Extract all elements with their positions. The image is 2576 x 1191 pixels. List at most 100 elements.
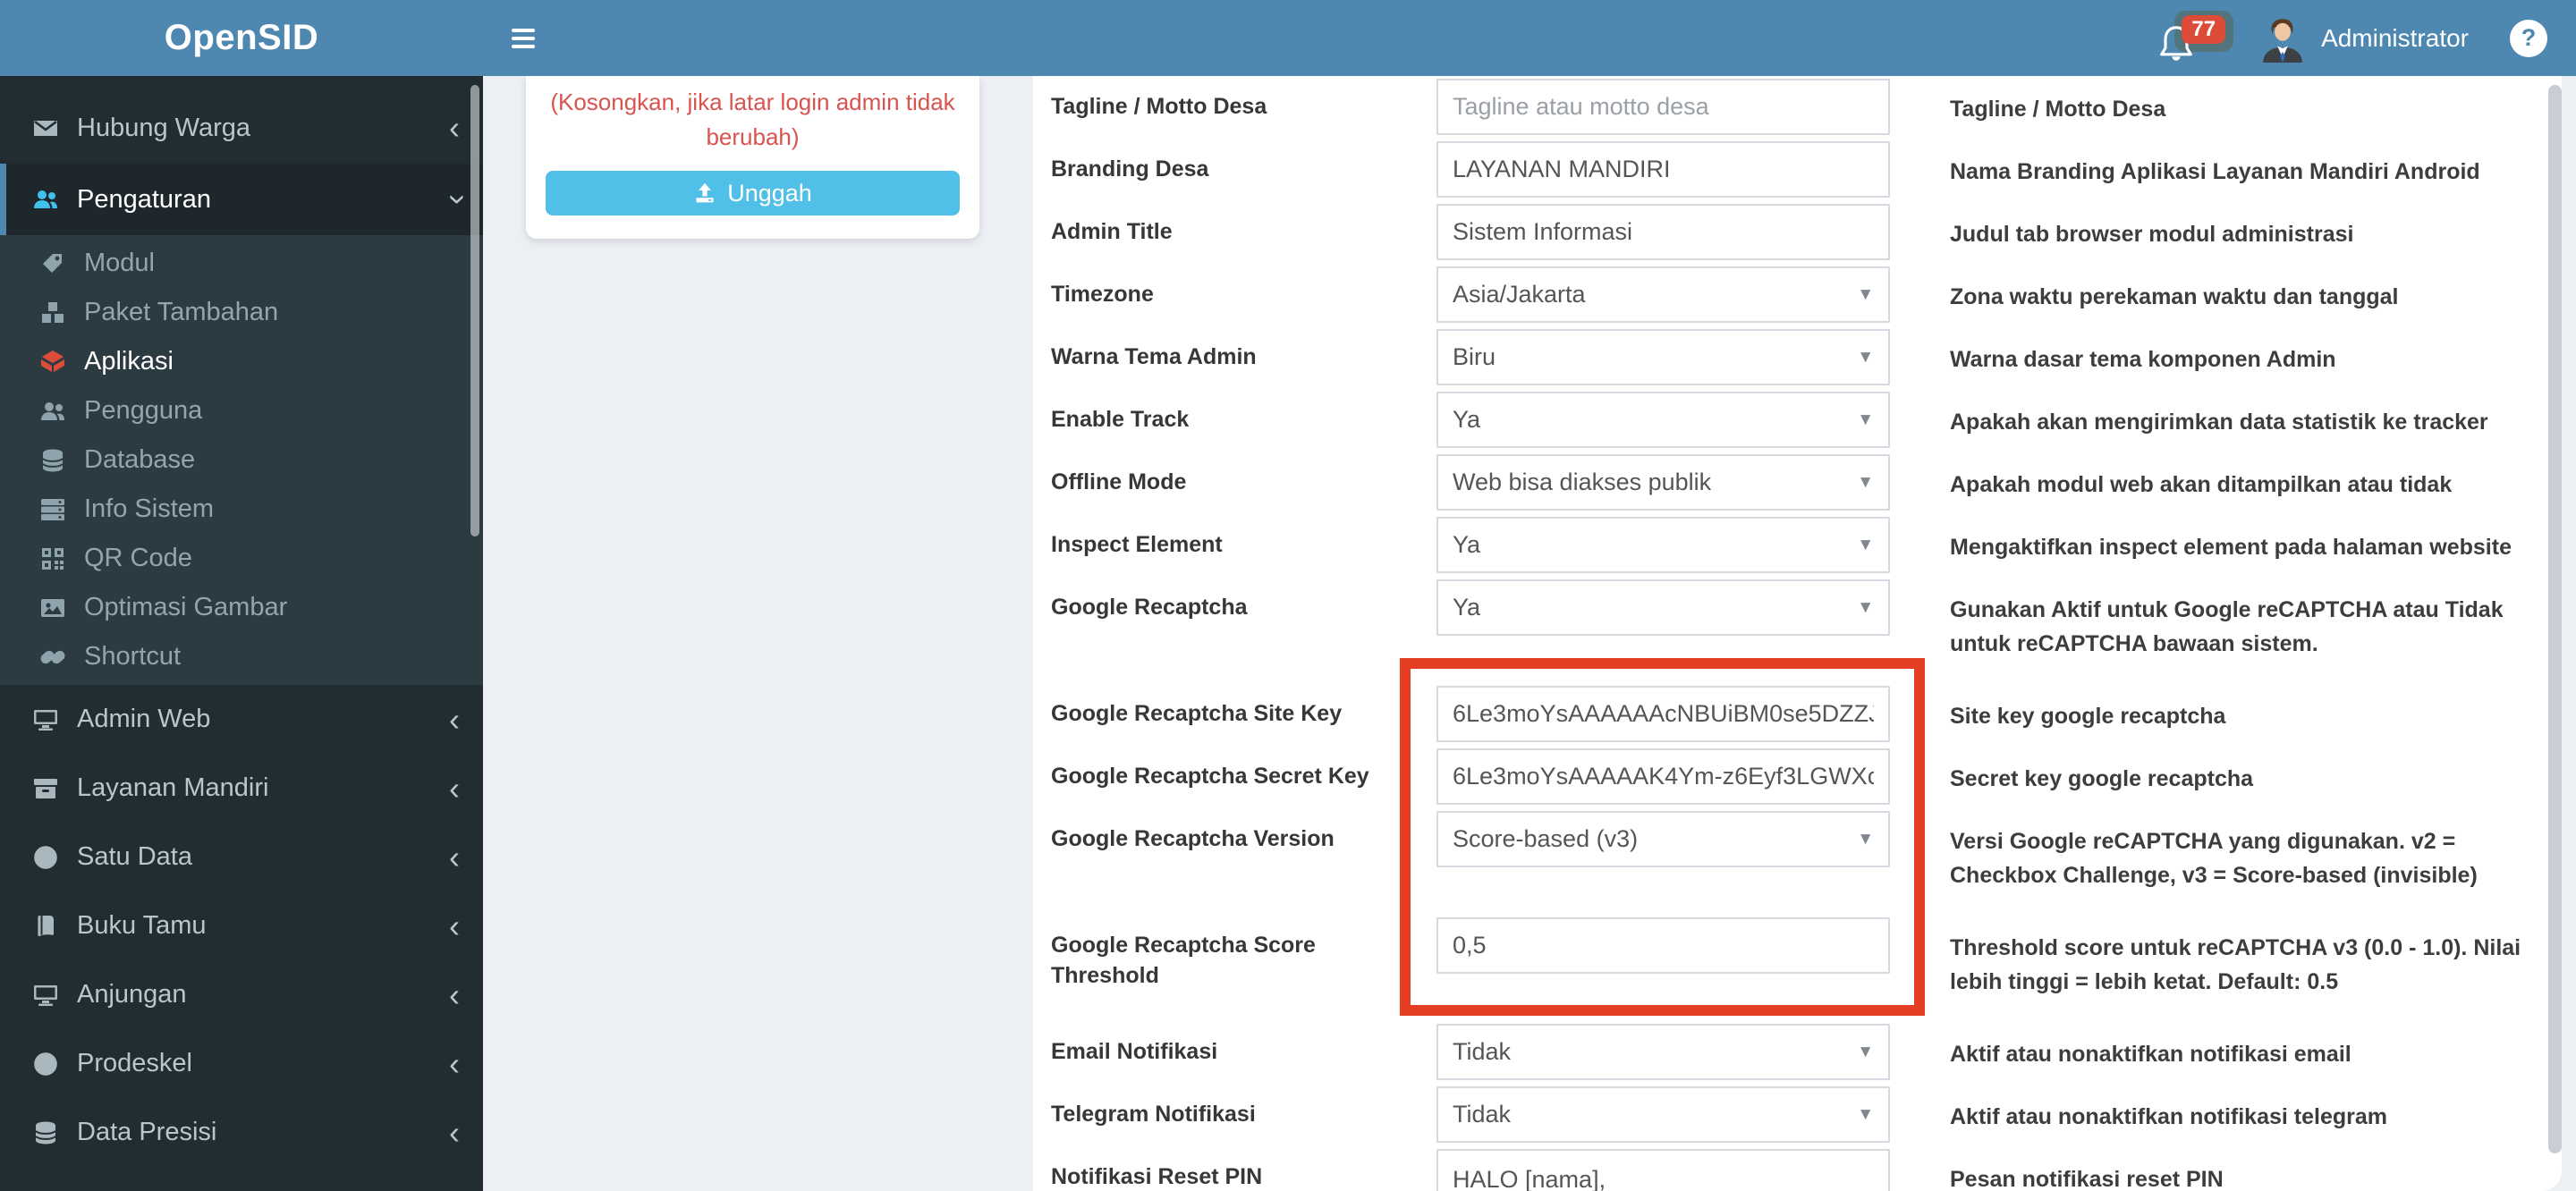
google-recaptcha-select[interactable]: Ya (1436, 579, 1890, 636)
email-notifikasi-select[interactable]: Tidak (1436, 1024, 1890, 1080)
tag-icon (39, 250, 66, 277)
desktop-icon (32, 982, 59, 1009)
sidebar-item-admin-web[interactable]: Admin Web (0, 685, 483, 754)
sidebar-item-layanan-mandiri[interactable]: Layanan Mandiri (0, 754, 483, 823)
sidebar-item-pengaturan[interactable]: Pengaturan (0, 164, 483, 235)
login-background-upload-card: (Kosongkan, jika latar login admin tidak… (526, 76, 979, 239)
users-icon (32, 186, 59, 213)
sidebar-scrollbar[interactable] (470, 85, 479, 536)
notifications-button[interactable]: 77 (2157, 9, 2234, 68)
sidebar: Hubung Warga Pengaturan Modul Paket Tamb (0, 76, 483, 1191)
sidebar-toggle-button[interactable] (512, 28, 535, 48)
sidebar-item-label: Info Sistem (84, 494, 215, 523)
telegram-notifikasi-select[interactable]: Tidak (1436, 1086, 1890, 1143)
form-row-notifikasi-reset-pin: Notifikasi Reset PIN HALO [nama], BERIKU… (1051, 1149, 2562, 1191)
select-value: Ya (1453, 594, 1481, 621)
field-description: Gunakan Aktif untuk Google reCAPTCHA ata… (1950, 597, 2504, 656)
cubes-icon (39, 300, 66, 326)
opensid-logo[interactable]: OpenSID (0, 0, 483, 76)
tagline-input[interactable] (1436, 79, 1890, 135)
help-button[interactable]: ? (2510, 19, 2547, 57)
sidebar-item-buku-tamu[interactable]: Buku Tamu (0, 891, 483, 960)
sidebar-item-modul[interactable]: Modul (0, 239, 483, 288)
form-row-telegram-notifikasi: Telegram Notifikasi Tidak Aktif atau non… (1051, 1086, 2562, 1143)
warna-tema-admin-select[interactable]: Biru (1436, 329, 1890, 385)
chevron-left-icon (449, 112, 460, 144)
inspect-element-select[interactable]: Ya (1436, 517, 1890, 573)
chevron-left-icon (449, 704, 460, 736)
sidebar-item-satu-data[interactable]: Satu Data (0, 823, 483, 891)
recaptcha-secret-key-input[interactable] (1436, 748, 1890, 805)
qrcode-icon (39, 545, 66, 572)
form-row-recaptcha-threshold: Google Recaptcha Score Threshold Thresho… (1051, 917, 2562, 999)
google-recaptcha-version-select[interactable]: Score-based (v3) (1436, 811, 1890, 867)
sidebar-item-label: Shortcut (84, 642, 181, 671)
offline-mode-select[interactable]: Web bisa diakses publik (1436, 454, 1890, 511)
upload-button[interactable]: Unggah (546, 171, 960, 215)
sidebar-item-hubung-warga[interactable]: Hubung Warga (0, 92, 483, 164)
field-description: Zona waktu perekaman waktu dan tanggal (1950, 284, 2399, 309)
database-icon (32, 1119, 59, 1146)
field-label: Timezone (1051, 282, 1154, 307)
field-description: Warna dasar tema komponen Admin (1950, 347, 2336, 372)
field-description: Aktif atau nonaktifkan notifikasi email (1950, 1042, 2351, 1067)
select-value: Web bisa diakses publik (1453, 469, 1712, 495)
enable-track-select[interactable]: Ya (1436, 392, 1890, 448)
app-cube-icon (39, 349, 66, 376)
notifikasi-reset-pin-textarea[interactable]: HALO [nama], BERIKUT ADALAH KODE PIN YAN… (1436, 1149, 1890, 1191)
branding-desa-input[interactable] (1436, 141, 1890, 198)
sidebar-item-optimasi-gambar[interactable]: Optimasi Gambar (0, 583, 483, 632)
envelope-icon (32, 114, 59, 141)
chevron-left-icon (449, 841, 460, 874)
form-row-tagline: Tagline / Motto Desa Tagline / Motto Des… (1051, 79, 2562, 135)
sidebar-item-label: Layanan Mandiri (77, 773, 269, 802)
sidebar-item-label: Admin Web (77, 705, 211, 733)
navbar-main: 77 Administrator ? (483, 0, 2576, 76)
field-label: Telegram Notifikasi (1051, 1102, 1256, 1127)
user-name[interactable]: Administrator (2321, 24, 2469, 53)
recaptcha-score-threshold-input[interactable] (1436, 917, 1890, 974)
opensid-admin-page: OpenSID 77 Administrator ? Hubung Warga … (0, 0, 2576, 1191)
globe-icon (32, 844, 59, 871)
select-value: Tidak (1453, 1101, 1512, 1128)
sidebar-item-shortcut[interactable]: Shortcut (0, 632, 483, 681)
sidebar-item-data-presisi[interactable]: Data Presisi (0, 1098, 483, 1167)
page-scrollbar[interactable] (2548, 85, 2562, 1153)
sidebar-item-database[interactable]: Database (0, 435, 483, 485)
chevron-left-icon (449, 1048, 460, 1080)
field-description: Apakah modul web akan ditampilkan atau t… (1950, 472, 2453, 497)
field-label: Notifikasi Reset PIN (1051, 1164, 1263, 1189)
sidebar-item-aplikasi[interactable]: Aplikasi (0, 337, 483, 386)
sidebar-item-label: Modul (84, 249, 155, 277)
sidebar-item-pengguna[interactable]: Pengguna (0, 386, 483, 435)
field-label: Admin Title (1051, 219, 1173, 244)
field-description: Aktif atau nonaktifkan notifikasi telegr… (1950, 1104, 2387, 1129)
sidebar-item-label: Database (84, 445, 196, 474)
form-row-admin-title: Admin Title Judul tab browser modul admi… (1051, 204, 2562, 260)
notification-badge: 77 (2182, 14, 2226, 44)
sidebar-item-qr-code[interactable]: QR Code (0, 534, 483, 583)
recaptcha-site-key-input[interactable] (1436, 686, 1890, 742)
field-label: Google Recaptcha Secret Key (1051, 764, 1369, 789)
field-description: Tagline / Motto Desa (1950, 97, 2166, 122)
admin-title-input[interactable] (1436, 204, 1890, 260)
sidebar-item-label: Optimasi Gambar (84, 593, 288, 621)
field-description: Pesan notifikasi reset PIN (1950, 1167, 2224, 1191)
sidebar-item-prodeskel[interactable]: Prodeskel (0, 1029, 483, 1098)
sidebar-item-anjungan[interactable]: Anjungan (0, 960, 483, 1029)
sidebar-item-paket-tambahan[interactable]: Paket Tambahan (0, 288, 483, 337)
field-label: Google Recaptcha Site Key (1051, 701, 1343, 726)
recaptcha-key-group: Google Recaptcha Site Key Site key googl… (1051, 658, 2562, 1024)
upload-note: (Kosongkan, jika latar login admin tidak… (550, 89, 955, 150)
form-row-recaptcha-version: Google Recaptcha Version Score-based (v3… (1051, 811, 2562, 892)
avatar[interactable] (2258, 14, 2307, 63)
select-value: Score-based (v3) (1453, 825, 1639, 852)
sidebar-item-label: QR Code (84, 544, 192, 572)
archive-icon (32, 775, 59, 802)
sidebar-item-label: Buku Tamu (77, 911, 207, 940)
timezone-select[interactable]: Asia/Jakarta (1436, 266, 1890, 323)
form-row-enable-track: Enable Track Ya Apakah akan mengirimkan … (1051, 392, 2562, 448)
database-icon (39, 447, 66, 474)
pengaturan-submenu: Modul Paket Tambahan Aplikasi Pengguna D… (0, 235, 483, 685)
sidebar-item-info-sistem[interactable]: Info Sistem (0, 485, 483, 534)
